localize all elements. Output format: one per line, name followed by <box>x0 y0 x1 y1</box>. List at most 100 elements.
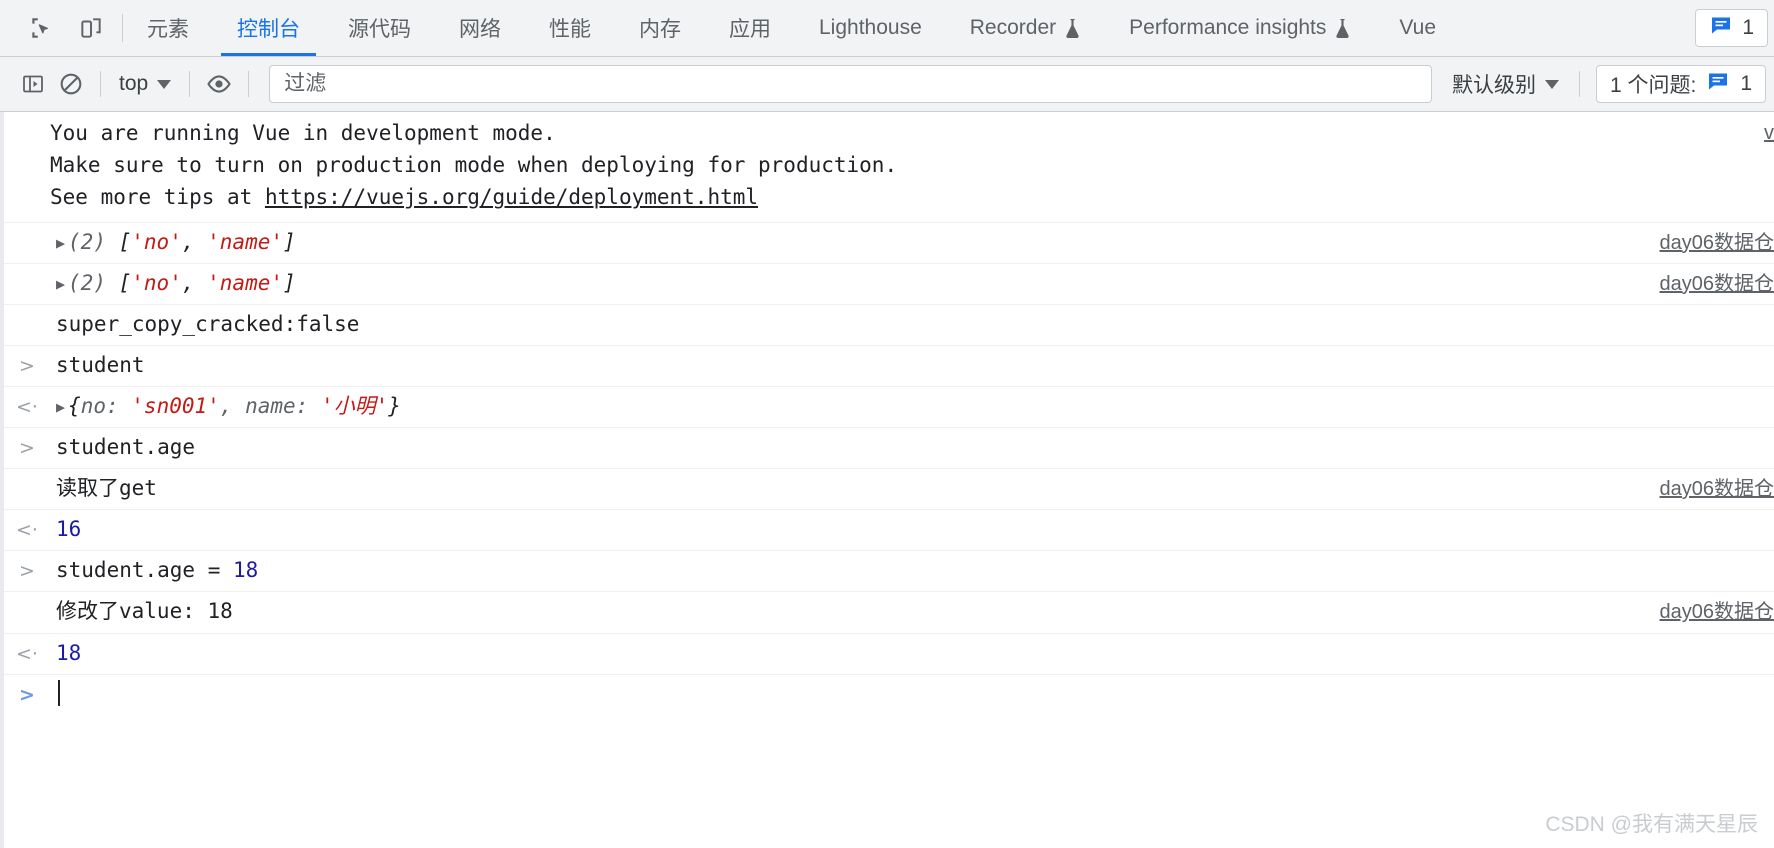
vue-warning-line-1: You are running Vue in development mode. <box>50 121 556 145</box>
tabbar-right-actions: 1 <box>1695 0 1774 56</box>
tab-vue[interactable]: Vue <box>1375 0 1460 56</box>
console-message-set-log[interactable]: 修改了value: 18 day06数据仓 <box>4 592 1774 634</box>
console-result-18[interactable]: <· 18 <box>4 634 1774 675</box>
message-gutter <box>4 268 50 270</box>
console-result-student-object[interactable]: <· ▶ {no: 'sn001', name: '小明'} <box>4 387 1774 429</box>
object-colon: : <box>105 394 132 419</box>
result-arrow-icon: <· <box>16 396 38 419</box>
console-message-vue-warning[interactable]: You are running Vue in development mode.… <box>4 112 1774 223</box>
devtools-tool-icons <box>20 0 122 56</box>
object-close-brace: } <box>388 394 401 419</box>
message-text: ▶ (2) ['no', 'name'] <box>50 268 1774 299</box>
tab-label: 控制台 <box>237 18 300 41</box>
message-text: student.age = 18 <box>50 555 1774 586</box>
message-text: 16 <box>56 517 82 542</box>
message-text: 修改了value: 18 <box>56 599 233 624</box>
toolbar-divider <box>248 71 250 97</box>
tab-label: Performance insights <box>1129 16 1327 39</box>
message-gutter: > <box>4 350 50 381</box>
array-close-bracket: ] <box>283 270 296 295</box>
input-chevron-icon: > <box>19 560 35 583</box>
message-source-link[interactable]: v <box>1764 118 1774 148</box>
tab-label: 应用 <box>729 18 771 41</box>
console-input-student-age[interactable]: > student.age <box>4 428 1774 470</box>
expand-triangle-icon[interactable]: ▶ <box>56 232 65 254</box>
object-value-name: '小明' <box>320 394 389 419</box>
console-prompt-row[interactable]: > <box>4 675 1774 715</box>
array-close-bracket: ] <box>283 229 296 254</box>
tab-label: 元素 <box>147 18 189 41</box>
tab-recorder[interactable]: Recorder <box>946 0 1105 56</box>
issues-counter-button[interactable]: 1 个问题: 1 <box>1595 65 1766 103</box>
console-filter-input[interactable] <box>284 72 1417 96</box>
console-input-student[interactable]: > student <box>4 346 1774 388</box>
tab-performance-insights[interactable]: Performance insights <box>1105 0 1375 56</box>
console-filter-box[interactable] <box>269 65 1432 103</box>
toolbar-divider <box>1578 71 1580 97</box>
message-gutter: > <box>4 432 50 463</box>
console-message-array-2[interactable]: ▶ (2) ['no', 'name'] day06数据仓 <box>4 264 1774 305</box>
expand-triangle-icon[interactable]: ▶ <box>56 273 65 295</box>
tab-elements[interactable]: 元素 <box>123 0 213 56</box>
array-comma: , <box>181 270 208 295</box>
expand-triangle-icon[interactable]: ▶ <box>56 396 65 418</box>
console-result-16[interactable]: <· 16 <box>4 510 1774 552</box>
live-expression-eye-icon[interactable] <box>200 65 238 103</box>
tab-label: 内存 <box>639 18 681 41</box>
device-toolbar-icon[interactable] <box>74 11 108 45</box>
tab-console[interactable]: 控制台 <box>213 0 324 56</box>
issues-badge-top[interactable]: 1 <box>1695 9 1768 47</box>
message-issue-icon <box>1706 69 1730 99</box>
message-gutter: <· <box>4 514 50 545</box>
console-message-array-1[interactable]: ▶ (2) ['no', 'name'] day06数据仓 <box>4 223 1774 264</box>
tab-memory[interactable]: 内存 <box>615 0 705 56</box>
array-length: (2) <box>68 229 106 254</box>
message-gutter <box>4 596 50 598</box>
console-sidebar-icon[interactable] <box>14 65 52 103</box>
tab-network[interactable]: 网络 <box>435 0 525 56</box>
prompt-chevron-icon: > <box>19 683 35 706</box>
flask-experimental-icon <box>1064 18 1081 39</box>
clear-console-icon[interactable] <box>52 65 90 103</box>
console-prompt-input[interactable] <box>50 679 1774 710</box>
tab-lighthouse[interactable]: Lighthouse <box>795 0 946 56</box>
console-message-get-log[interactable]: 读取了get day06数据仓 <box>4 469 1774 511</box>
devtools-tab-bar: 元素 控制台 源代码 网络 性能 内存 应用 Lighthouse Record… <box>0 0 1774 57</box>
message-source-link[interactable]: day06数据仓 <box>1660 270 1774 300</box>
console-input-assign-age[interactable]: > student.age = 18 <box>4 551 1774 593</box>
vue-deployment-link[interactable]: https://vuejs.org/guide/deployment.html <box>265 185 758 209</box>
object-key-name: name <box>245 394 296 419</box>
tab-application[interactable]: 应用 <box>705 0 795 56</box>
console-message-super-copy[interactable]: super_copy_cracked:false <box>4 305 1774 346</box>
tab-label: Vue <box>1399 16 1436 39</box>
message-text: student <box>56 352 145 377</box>
vue-warning-line-3-prefix: See more tips at <box>50 184 265 209</box>
tab-performance[interactable]: 性能 <box>525 0 615 56</box>
tab-label: Lighthouse <box>819 16 922 39</box>
console-message-list[interactable]: You are running Vue in development mode.… <box>0 112 1774 848</box>
input-chevron-icon: > <box>19 437 35 460</box>
message-gutter <box>4 227 50 229</box>
issues-count: 1 <box>1740 72 1752 95</box>
message-source-link[interactable]: day06数据仓 <box>1660 598 1774 628</box>
array-open-bracket: [ <box>105 270 132 295</box>
toolbar-divider <box>100 71 101 97</box>
message-source-link[interactable]: day06数据仓 <box>1660 229 1774 259</box>
message-source-link[interactable]: day06数据仓 <box>1660 475 1774 505</box>
vue-warning-line-2: Make sure to turn on production mode whe… <box>50 152 898 177</box>
message-gutter: > <box>4 679 50 710</box>
array-item-0: 'no' <box>131 229 182 254</box>
message-text: 读取了get <box>56 476 157 501</box>
message-text: ▶ (2) ['no', 'name'] <box>50 227 1774 258</box>
result-arrow-icon: <· <box>16 519 38 542</box>
log-level-label: 默认级别 <box>1451 74 1536 97</box>
execution-context-selector[interactable]: top <box>111 68 179 100</box>
tab-label: 源代码 <box>348 18 411 41</box>
chevron-down-icon <box>157 79 172 89</box>
object-colon: : <box>295 394 321 419</box>
log-level-selector[interactable]: 默认级别 <box>1442 64 1569 104</box>
message-issue-icon <box>1709 13 1733 43</box>
issues-count: 1 <box>1742 16 1754 39</box>
tab-sources[interactable]: 源代码 <box>324 0 435 56</box>
inspect-element-icon[interactable] <box>24 11 58 45</box>
